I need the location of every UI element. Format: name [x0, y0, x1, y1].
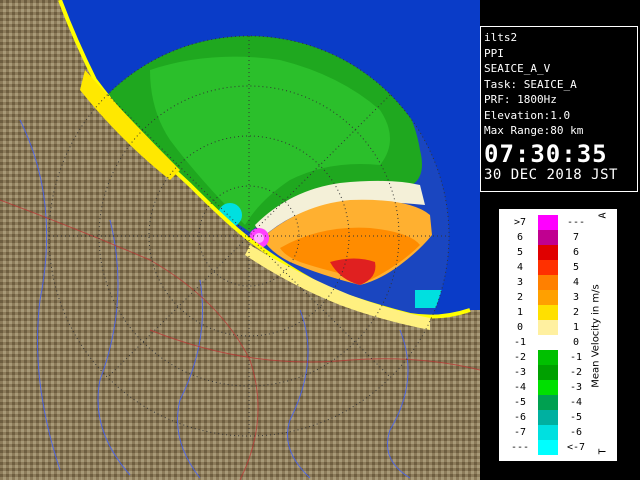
- legend-row-min: -1: [513, 337, 527, 348]
- legend-row-min: -6: [513, 412, 527, 423]
- legend-color-swatch: [538, 320, 558, 335]
- legend-row-max: -1: [569, 352, 583, 363]
- legend-color-swatch: [538, 410, 558, 425]
- legend-color-swatch: [538, 245, 558, 260]
- legend-row: -5 -4: [500, 395, 618, 410]
- prf-label: PRF: 1800Hz: [484, 93, 557, 106]
- legend-row-min: 3: [516, 277, 524, 288]
- elevation-label: Elevation:1.0: [484, 108, 571, 122]
- legend-row: -7 -6: [500, 425, 618, 440]
- legend-row-min: -7: [513, 427, 527, 438]
- velocity-legend: Mean Velocity in m/s A T >7 --- 6 7 5 6 4 5 3 4 2 3…: [499, 209, 617, 461]
- legend-color-swatch: [538, 335, 558, 350]
- legend-row-max: -2: [569, 367, 583, 378]
- legend-row: >7 ---: [500, 215, 618, 230]
- legend-row-max: <-7: [566, 442, 586, 453]
- observation-date: 30 DEC 2018 JST: [484, 166, 618, 183]
- legend-row-max: 4: [572, 277, 580, 288]
- legend-color-swatch: [538, 260, 558, 275]
- observation-time: 07:30:35: [484, 139, 608, 168]
- legend-color-swatch: [538, 395, 558, 410]
- task-name: SEAICE_A_V: [484, 62, 551, 75]
- legend-color-swatch: [538, 350, 558, 365]
- legend-color-swatch: [538, 425, 558, 440]
- legend-row-max: -4: [569, 397, 583, 408]
- product-type: PPI: [484, 46, 504, 60]
- legend-row-max: -3: [569, 382, 583, 393]
- legend-color-swatch: [538, 215, 558, 230]
- legend-row-min: ---: [510, 442, 530, 453]
- radar-display: ilts2 PPI SEAICE_A_V Task: SEAICE_A PRF:…: [0, 0, 640, 480]
- legend-row-max: ---: [566, 217, 586, 228]
- legend-row: 01: [500, 320, 618, 335]
- legend-row: 45: [500, 260, 618, 275]
- legend-row-max: 6: [572, 247, 580, 258]
- legend-row: 56: [500, 245, 618, 260]
- radar-site-core: [254, 233, 264, 243]
- max-range-label: Max Range:80 km: [484, 124, 584, 137]
- legend-row: 23: [500, 290, 618, 305]
- legend-row: -4 -3: [500, 380, 618, 395]
- radar-info-panel: ilts2 PPI SEAICE_A_V Task: SEAICE_A PRF:…: [480, 26, 638, 192]
- legend-row: --- <-7: [500, 440, 618, 455]
- legend-row-min: 6: [516, 232, 524, 243]
- task-label: Task: SEAICE_A: [484, 77, 577, 91]
- legend-row-min: 0: [516, 322, 524, 333]
- legend-row-min: >7: [513, 217, 527, 228]
- legend-row-max: 3: [572, 292, 580, 303]
- legend-row-max: -6: [569, 427, 583, 438]
- legend-row-max: 0: [572, 337, 580, 348]
- legend-row-max: 7: [572, 232, 580, 243]
- legend-row-max: 5: [572, 262, 580, 273]
- legend-row-min: -3: [513, 367, 527, 378]
- legend-row-min: -4: [513, 382, 527, 393]
- legend-row-min: 2: [516, 292, 524, 303]
- legend-row: -1 0: [500, 335, 618, 350]
- legend-color-swatch: [538, 290, 558, 305]
- legend-color-swatch: [538, 365, 558, 380]
- legend-color-swatch: [538, 380, 558, 395]
- legend-row: 67: [500, 230, 618, 245]
- legend-row-max: 2: [572, 307, 580, 318]
- legend-row-max: 1: [572, 322, 580, 333]
- legend-row: -6 -5: [500, 410, 618, 425]
- legend-color-swatch: [538, 230, 558, 245]
- legend-color-swatch: [538, 440, 558, 455]
- legend-row: 12: [500, 305, 618, 320]
- legend-color-swatch: [538, 275, 558, 290]
- legend-row: -2 -1: [500, 350, 618, 365]
- legend-row: 34: [500, 275, 618, 290]
- site-name: ilts2: [484, 31, 518, 44]
- legend-row-min: 4: [516, 262, 524, 273]
- legend-row-min: -5: [513, 397, 527, 408]
- radar-ppi-map: [0, 0, 480, 480]
- legend-row-min: 1: [516, 307, 524, 318]
- legend-row: -3 -2: [500, 365, 618, 380]
- legend-color-swatch: [538, 305, 558, 320]
- legend-row-min: -2: [513, 352, 527, 363]
- legend-row-min: 5: [516, 247, 524, 258]
- legend-row-max: -5: [569, 412, 583, 423]
